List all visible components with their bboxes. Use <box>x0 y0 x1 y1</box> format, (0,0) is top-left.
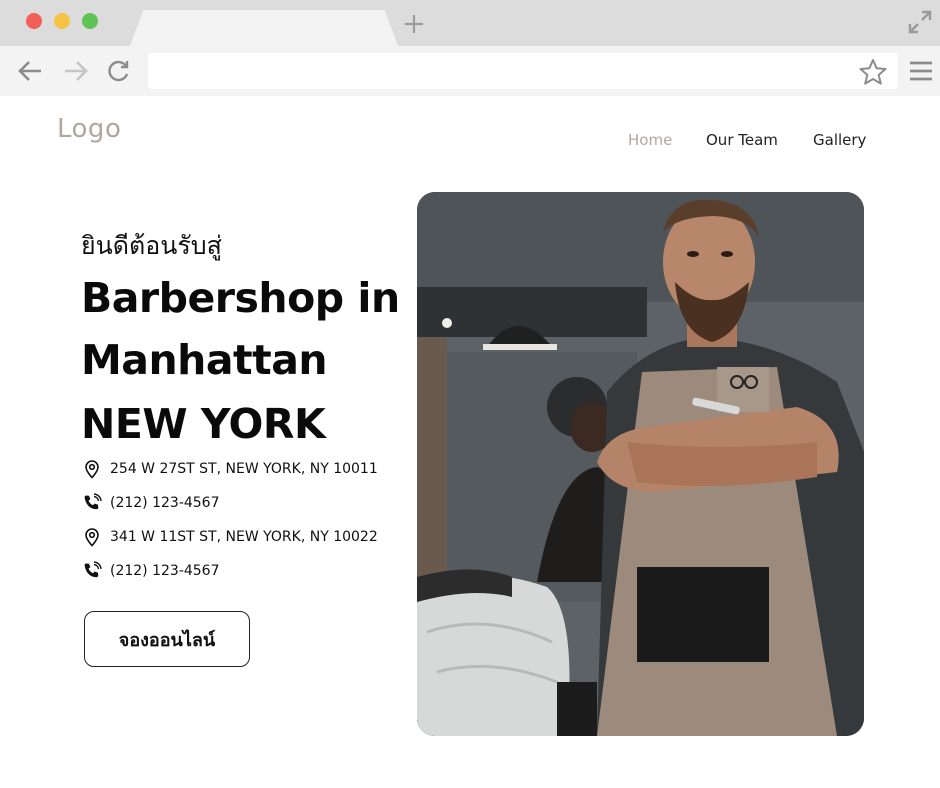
nav-link-gallery[interactable]: Gallery <box>813 131 866 149</box>
expand-icon[interactable] <box>906 8 934 36</box>
contact-phone-1: (212) 123-4567 <box>82 491 220 515</box>
phone-text: (212) 123-4567 <box>110 563 220 579</box>
headline-line-1: Barbershop in <box>81 274 400 322</box>
page-content: Logo Home Our Team Gallery ยินดีต้อนรับส… <box>0 96 940 788</box>
star-icon[interactable] <box>858 58 888 86</box>
nav-link-our-team[interactable]: Our Team <box>706 131 778 149</box>
arrow-right-icon[interactable] <box>62 58 90 84</box>
nav-link-home[interactable]: Home <box>628 131 672 149</box>
arrow-left-icon[interactable] <box>16 58 44 84</box>
plus-icon[interactable] <box>402 12 426 36</box>
window-maximize-button[interactable] <box>82 13 98 29</box>
phone-icon <box>84 493 102 510</box>
browser-tab-bar <box>0 0 940 46</box>
window-close-button[interactable] <box>26 13 42 29</box>
phone-icon <box>84 561 102 578</box>
address-bar[interactable] <box>148 53 898 89</box>
contact-address-2: 341 W 11ST ST, NEW YORK, NY 10022 <box>82 525 378 549</box>
location-pin-icon <box>85 528 99 547</box>
site-logo[interactable]: Logo <box>57 114 121 144</box>
browser-toolbar <box>0 46 940 96</box>
phone-text: (212) 123-4567 <box>110 495 220 511</box>
contact-phone-2: (212) 123-4567 <box>82 559 220 583</box>
book-online-button[interactable]: จองออนไลน์ <box>84 611 250 667</box>
location-pin-icon <box>85 460 99 479</box>
address-text: 254 W 27ST ST, NEW YORK, NY 10011 <box>110 461 378 477</box>
hamburger-menu-icon[interactable] <box>908 59 934 83</box>
address-text: 341 W 11ST ST, NEW YORK, NY 10022 <box>110 529 378 545</box>
headline-line-3: NEW YORK <box>81 400 326 448</box>
welcome-text: ยินดีต้อนรับสู่ <box>81 231 222 260</box>
browser-tab[interactable] <box>130 10 398 46</box>
contact-address-1: 254 W 27ST ST, NEW YORK, NY 10011 <box>82 457 378 481</box>
window-minimize-button[interactable] <box>54 13 70 29</box>
reload-icon[interactable] <box>105 58 133 84</box>
headline-line-2: Manhattan <box>81 336 328 384</box>
barber-photo <box>417 192 864 736</box>
